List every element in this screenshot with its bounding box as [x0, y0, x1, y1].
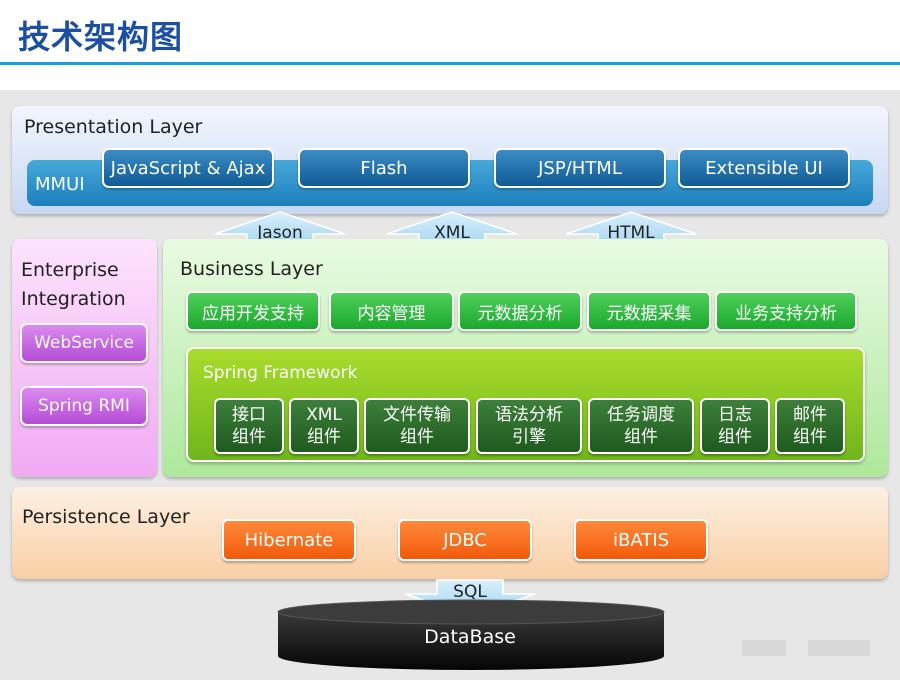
- watermark-block-1: [742, 640, 786, 656]
- business-item-content-mgmt: 内容管理: [329, 291, 454, 331]
- business-item-metadata-collect: 元数据采集: [587, 291, 711, 331]
- enterprise-integration-label: Enterprise Integration: [21, 256, 126, 314]
- title-divider: [0, 62, 900, 65]
- presentation-layer-label: Presentation Layer: [24, 116, 203, 138]
- business-item-business-support: 业务支持分析: [715, 291, 857, 331]
- business-item-app-dev: 应用开发支持: [186, 291, 320, 331]
- business-layer-label: Business Layer: [180, 258, 323, 280]
- enterprise-item-spring-rmi: Spring RMI: [20, 386, 148, 426]
- persistence-item-hibernate: Hibernate: [222, 519, 356, 561]
- spring-item-mail: 邮件 组件: [775, 398, 845, 454]
- enterprise-label-line-2: Integration: [21, 288, 126, 310]
- page-title: 技术架构图: [18, 18, 184, 56]
- spring-item-log: 日志 组件: [700, 398, 770, 454]
- spring-item-parser-engine: 语法分析 引擎: [476, 398, 582, 454]
- business-item-metadata-analysis: 元数据分析: [458, 291, 582, 331]
- presentation-item-extensible-ui: Extensible UI: [678, 148, 850, 188]
- persistence-item-ibatis: iBATIS: [574, 519, 708, 561]
- mmui-label: MMUI: [35, 174, 85, 195]
- persistence-layer-label: Persistence Layer: [22, 506, 190, 528]
- persistence-item-jdbc: JDBC: [398, 519, 532, 561]
- database-label: DataBase: [424, 626, 516, 648]
- enterprise-label-line-1: Enterprise: [21, 259, 119, 281]
- spring-item-task-scheduler: 任务调度 组件: [588, 398, 694, 454]
- presentation-item-jsp-html: JSP/HTML: [494, 148, 666, 188]
- enterprise-item-webservice: WebService: [20, 323, 148, 363]
- watermark-block-2: [808, 640, 870, 656]
- spring-framework-label: Spring Framework: [203, 363, 358, 383]
- presentation-item-javascript-ajax: JavaScript & Ajax: [102, 148, 274, 188]
- presentation-item-flash: Flash: [298, 148, 470, 188]
- spring-item-interface: 接口 组件: [214, 398, 284, 454]
- spring-item-file-transfer: 文件传输 组件: [364, 398, 470, 454]
- spring-item-xml: XML 组件: [289, 398, 359, 454]
